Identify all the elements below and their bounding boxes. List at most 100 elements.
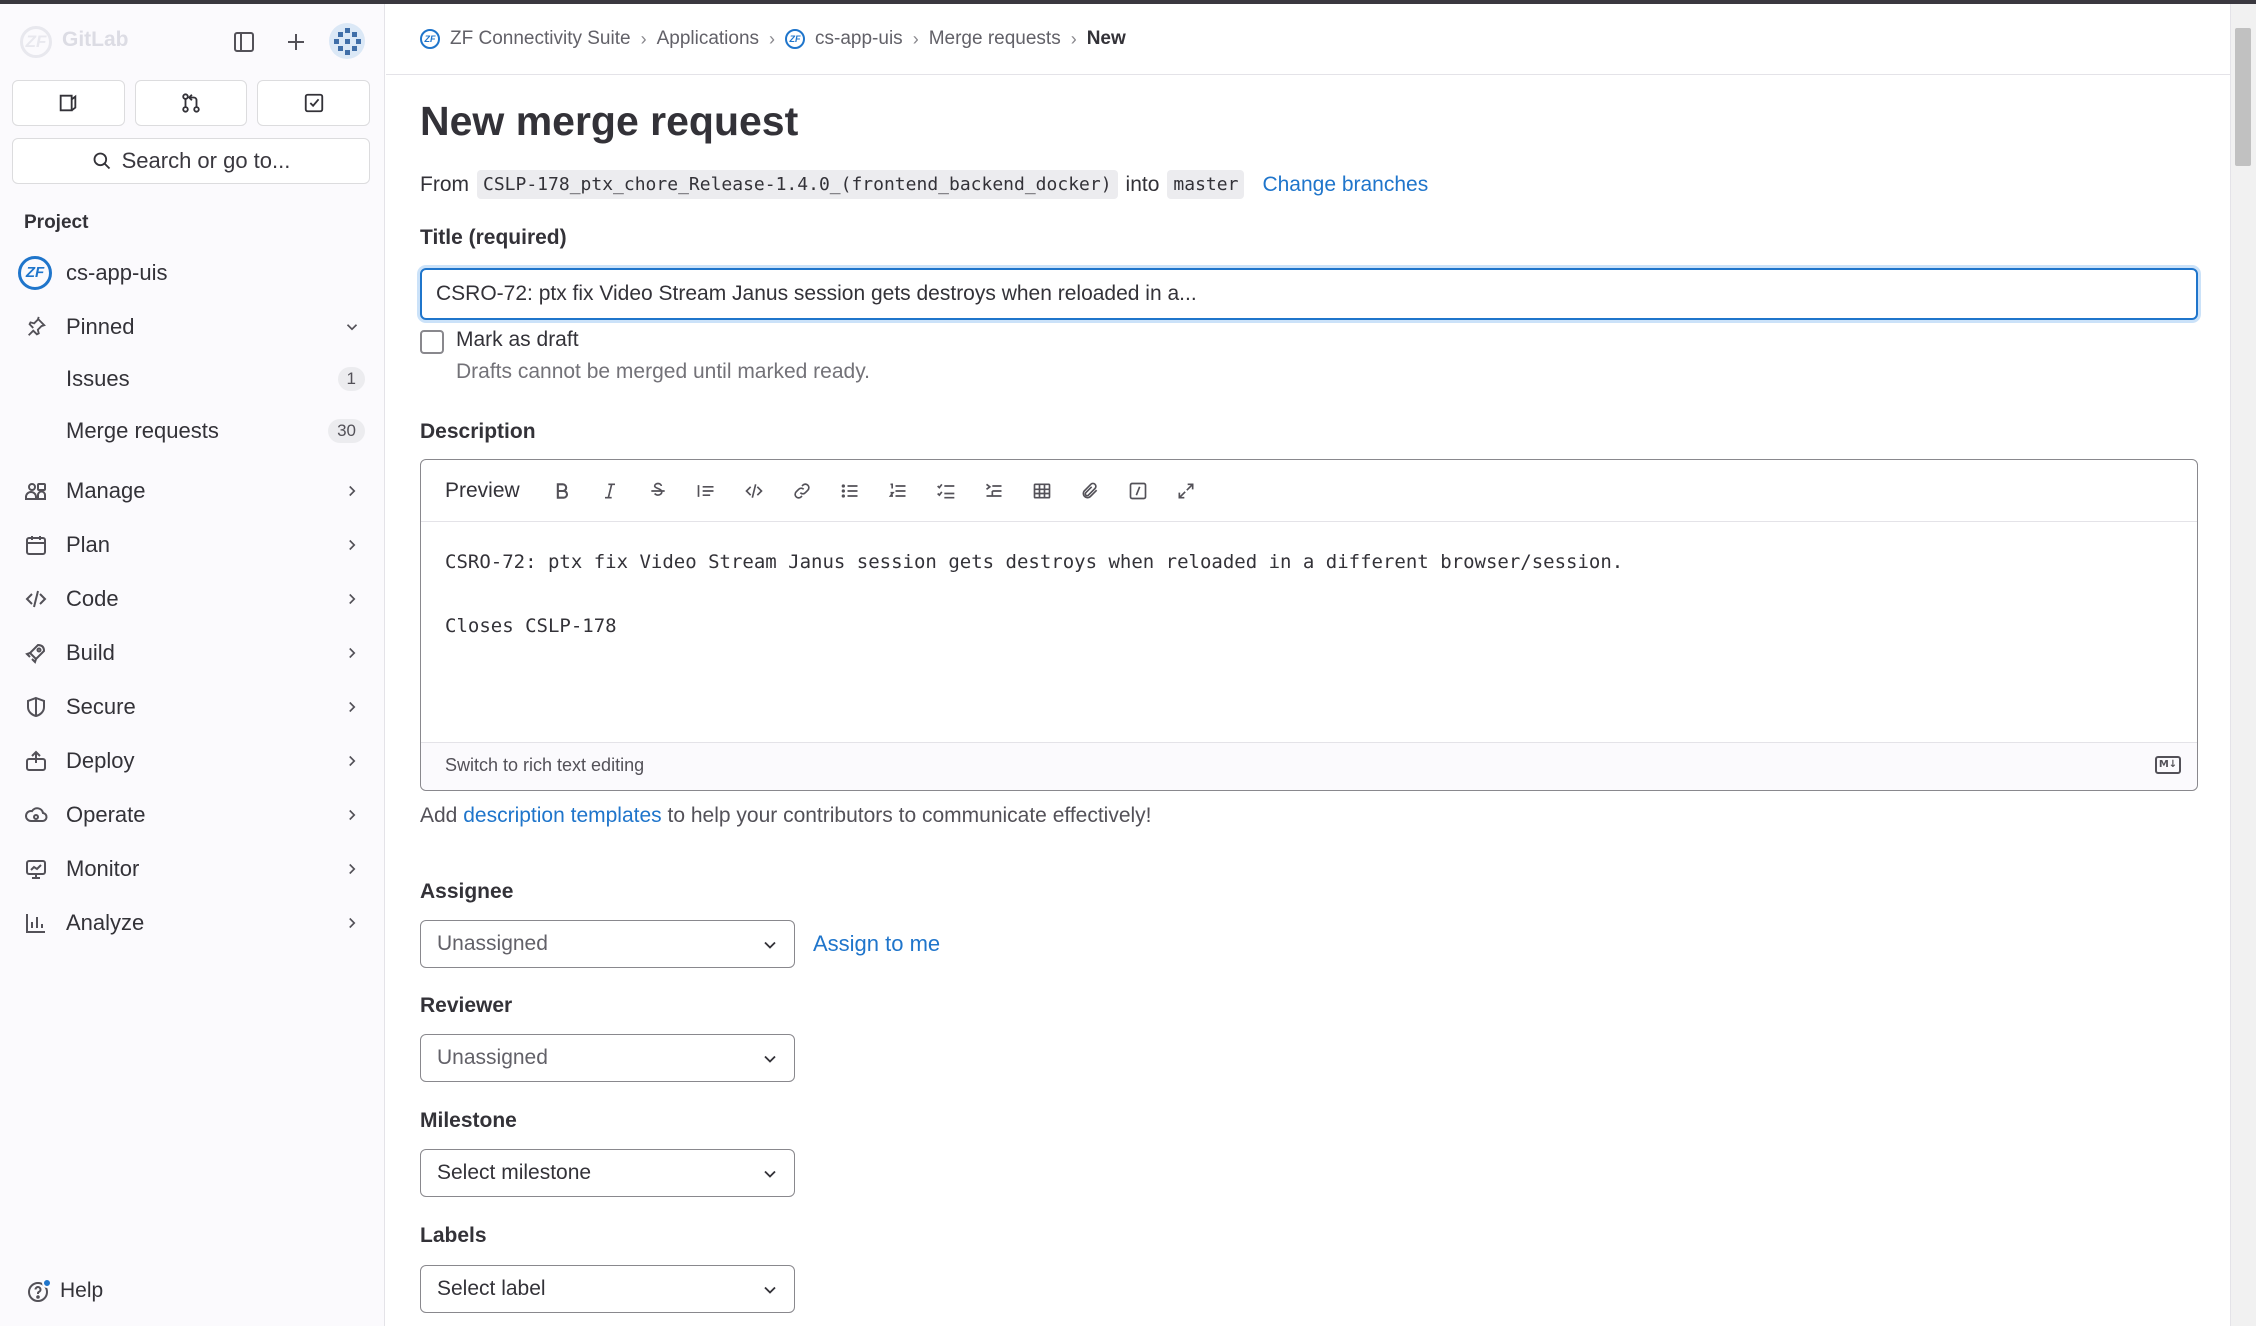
issues-shortcut-button[interactable] <box>12 80 125 126</box>
draft-help-text: Drafts cannot be merged until marked rea… <box>456 360 870 383</box>
attachment-icon[interactable] <box>1066 471 1114 511</box>
deploy-icon <box>22 747 50 775</box>
issues-icon <box>60 94 77 112</box>
task-list-icon[interactable] <box>922 471 970 511</box>
chevron-right-icon <box>340 587 364 611</box>
search-label: Search or go to... <box>121 148 291 173</box>
sidebar-item-issues[interactable]: Issues 1 <box>0 354 385 404</box>
search-button[interactable]: Search or go to... <box>12 138 370 184</box>
milestone-dropdown[interactable]: Select milestone <box>420 1149 795 1197</box>
bullet-list-icon[interactable] <box>826 471 874 511</box>
plus-icon[interactable] <box>278 24 314 60</box>
sidebar-item-merge-requests[interactable]: Merge requests 30 <box>0 406 385 456</box>
todo-shortcut-button[interactable] <box>257 80 371 126</box>
sidebar-item-label: Issues <box>66 366 130 391</box>
sidebar-header: ZF GitLab <box>0 4 385 78</box>
sidebar-section-title: Project <box>24 212 89 233</box>
merge-requests-shortcut-button[interactable] <box>134 80 248 126</box>
description-textarea[interactable]: CSRO-72: ptx fix Video Stream Janus sess… <box>445 546 1623 642</box>
app-name: GitLab <box>62 28 129 51</box>
sidebar-item-label: Operate <box>66 802 146 827</box>
sidebar-item-label: Monitor <box>66 856 140 881</box>
table-icon[interactable] <box>1018 471 1066 511</box>
fullscreen-icon[interactable] <box>1162 471 1210 511</box>
help-label: Help <box>60 1279 104 1302</box>
description-help: Add description templates to help your c… <box>420 804 1152 828</box>
scrollbar-thumb[interactable] <box>2235 28 2251 166</box>
assign-to-me-link[interactable]: Assign to me <box>813 931 940 957</box>
page-scrollbar[interactable] <box>2230 4 2256 1326</box>
strikethrough-icon[interactable] <box>634 471 682 511</box>
breadcrumb-item[interactable]: Applications <box>657 28 759 50</box>
cloud-icon <box>22 801 50 829</box>
sidebar-item-manage[interactable]: Manage <box>0 466 385 516</box>
title-input-value: CSRO-72: ptx fix Video Stream Janus sess… <box>436 282 1197 305</box>
description-templates-link[interactable]: description templates <box>463 804 661 827</box>
switch-rich-text-button[interactable]: Switch to rich text editing <box>445 755 644 776</box>
link-icon[interactable] <box>778 471 826 511</box>
bold-icon[interactable] <box>538 471 586 511</box>
description-editor: Preview CSRO-72: ptx fix Video Stream Ja… <box>420 459 2198 791</box>
sidebar-item-label: Build <box>66 640 115 665</box>
sidebar-item-build[interactable]: Build <box>0 628 385 678</box>
draft-checkbox[interactable] <box>420 330 444 354</box>
code-icon[interactable] <box>730 471 778 511</box>
numbered-list-icon[interactable] <box>874 471 922 511</box>
sidebar: ZF GitLab Search or go to... Project ZF … <box>0 4 385 1326</box>
shield-icon <box>22 693 50 721</box>
description-label: Description <box>420 420 536 443</box>
target-branch: master <box>1167 170 1245 199</box>
company-logo[interactable]: ZF <box>20 26 52 58</box>
into-label: into <box>1125 172 1160 196</box>
user-avatar[interactable] <box>328 22 366 60</box>
sidebar-item-plan[interactable]: Plan <box>0 520 385 570</box>
breadcrumb: ZF ZF Connectivity Suite › Applications … <box>420 28 1126 50</box>
sidebar-item-pinned[interactable]: Pinned <box>0 302 385 352</box>
reviewer-value: Unassigned <box>437 1046 548 1069</box>
draft-label[interactable]: Mark as draft <box>456 328 579 352</box>
header-divider <box>386 74 2230 75</box>
sidebar-item-project[interactable]: ZF cs-app-uis <box>0 248 385 298</box>
title-label: Title (required) <box>420 226 567 249</box>
breadcrumb-separator-icon: › <box>912 28 919 49</box>
sidebar-item-label: Analyze <box>66 910 145 935</box>
reviewer-dropdown[interactable]: Unassigned <box>420 1034 795 1082</box>
breadcrumb-item[interactable]: Merge requests <box>929 28 1061 50</box>
sidebar-item-code[interactable]: Code <box>0 574 385 624</box>
labels-label: Labels <box>420 1224 487 1247</box>
breadcrumb-separator-icon: › <box>1070 28 1077 49</box>
project-icon: ZF <box>18 256 52 290</box>
preview-tab[interactable]: Preview <box>445 479 520 503</box>
slash-command-icon[interactable] <box>1114 471 1162 511</box>
assignee-label: Assignee <box>420 880 514 903</box>
labels-value: Select label <box>437 1277 546 1300</box>
sidebar-item-operate[interactable]: Operate <box>0 790 385 840</box>
sidebar-item-secure[interactable]: Secure <box>0 682 385 732</box>
help-icon <box>28 1278 52 1302</box>
chevron-right-icon <box>340 641 364 665</box>
sidebar-item-monitor[interactable]: Monitor <box>0 844 385 894</box>
assignee-value: Unassigned <box>437 932 548 955</box>
issues-count-badge: 1 <box>337 367 365 391</box>
help-text: Add <box>420 804 458 827</box>
chevron-right-icon <box>340 803 364 827</box>
help-button[interactable]: Help <box>26 1278 103 1304</box>
breadcrumb-current[interactable]: New <box>1087 28 1126 50</box>
breadcrumb-separator-icon: › <box>769 28 776 49</box>
markdown-icon: M↓ <box>2155 756 2181 774</box>
italic-icon[interactable] <box>586 471 634 511</box>
sidebar-item-deploy[interactable]: Deploy <box>0 736 385 786</box>
sidebar-toggle-icon[interactable] <box>226 24 262 60</box>
sidebar-item-label: Deploy <box>66 748 135 773</box>
chevron-down-icon <box>764 1286 776 1294</box>
breadcrumb-item[interactable]: ZF Connectivity Suite <box>450 28 631 50</box>
assignee-dropdown[interactable]: Unassigned <box>420 920 795 968</box>
labels-dropdown[interactable]: Select label <box>420 1265 795 1313</box>
change-branches-link[interactable]: Change branches <box>1262 173 1428 197</box>
breadcrumb-item[interactable]: cs-app-uis <box>815 28 903 50</box>
sidebar-item-analyze[interactable]: Analyze <box>0 898 385 948</box>
pinned-label: Pinned <box>66 314 135 339</box>
quote-icon[interactable] <box>682 471 730 511</box>
collapsible-icon[interactable] <box>970 471 1018 511</box>
title-input[interactable]: CSRO-72: ptx fix Video Stream Janus sess… <box>420 268 2198 320</box>
